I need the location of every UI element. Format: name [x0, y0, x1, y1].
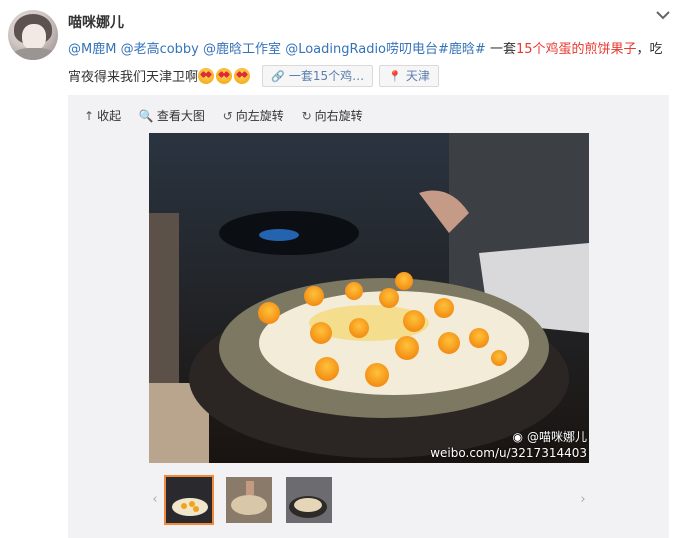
- rotate-left-icon: ↺: [222, 109, 233, 123]
- mention-link[interactable]: @老高cobby: [121, 42, 199, 57]
- weibo-logo-icon: ◉: [512, 430, 523, 444]
- location-pin-icon: 📍: [388, 70, 402, 83]
- thumbnail-image: [286, 477, 332, 523]
- mention-link[interactable]: @鹿晗工作室: [203, 42, 281, 57]
- post-text-segment: 一套: [489, 42, 516, 57]
- media-panel: ↑ 收起 🔍 查看大图 ↺ 向左旋转 ↻ 向右旋转 ◉ @喵咪娜儿 weibo.…: [68, 95, 669, 538]
- heart-eyes-emoji-icon: [198, 68, 215, 84]
- link-icon: 🔗: [271, 70, 285, 83]
- rotate-left-button[interactable]: ↺ 向左旋转: [223, 107, 284, 124]
- collapse-label: 收起: [97, 109, 122, 123]
- mention-link[interactable]: @LoadingRadio唠叨电台: [285, 42, 438, 57]
- chevron-right-icon[interactable]: ›: [576, 473, 590, 527]
- view-large-label: 查看大图: [156, 109, 205, 123]
- view-large-button[interactable]: 🔍 查看大图: [139, 107, 205, 124]
- chevron-down-icon[interactable]: [654, 8, 672, 22]
- location-chip[interactable]: 📍 天津: [379, 65, 439, 87]
- photo-watermark: ◉ @喵咪娜儿 weibo.com/u/3217314403: [430, 429, 587, 461]
- thumbnail-image: [226, 477, 272, 523]
- watermark-url: weibo.com/u/3217314403: [430, 446, 587, 460]
- magnifier-icon: 🔍: [138, 109, 154, 123]
- rotate-right-button[interactable]: ↻ 向右旋转: [302, 107, 363, 124]
- media-toolbar: ↑ 收起 🔍 查看大图 ↺ 向左旋转 ↻ 向右旋转: [84, 107, 377, 124]
- avatar[interactable]: [8, 10, 58, 60]
- heart-eyes-emoji-icon: [216, 68, 233, 84]
- collapse-arrow-icon: ↑: [84, 109, 95, 123]
- thumbnail-image: [166, 477, 212, 523]
- thumbnail[interactable]: [224, 475, 274, 525]
- mention-link[interactable]: @M鹿M: [68, 42, 116, 57]
- watermark-user: @喵咪娜儿: [526, 430, 587, 444]
- main-photo[interactable]: ◉ @喵咪娜儿 weibo.com/u/3217314403: [149, 133, 589, 463]
- link-chip[interactable]: 🔗 一套15个鸡…: [262, 65, 374, 87]
- username[interactable]: 喵咪娜儿: [68, 12, 124, 32]
- thumbnail[interactable]: [284, 475, 334, 525]
- post-text: @M鹿M @老高cobby @鹿晗工作室 @LoadingRadio唠叨电台#鹿…: [68, 36, 668, 92]
- topic-link[interactable]: #鹿晗#: [438, 42, 486, 57]
- collapse-button[interactable]: ↑ 收起: [84, 107, 121, 124]
- rotate-right-icon: ↻: [301, 109, 312, 123]
- chevron-left-icon[interactable]: ‹: [148, 473, 162, 527]
- heart-eyes-emoji-icon: [234, 68, 251, 84]
- location-chip-label: 天津: [405, 69, 430, 83]
- photo-image: [149, 133, 589, 463]
- rotate-right-label: 向右旋转: [314, 109, 363, 123]
- rotate-left-label: 向左旋转: [235, 109, 284, 123]
- link-chip-label: 一套15个鸡…: [288, 69, 365, 83]
- thumbnail[interactable]: [164, 475, 214, 525]
- highlight-text: 15个鸡蛋的煎饼果子: [515, 42, 637, 57]
